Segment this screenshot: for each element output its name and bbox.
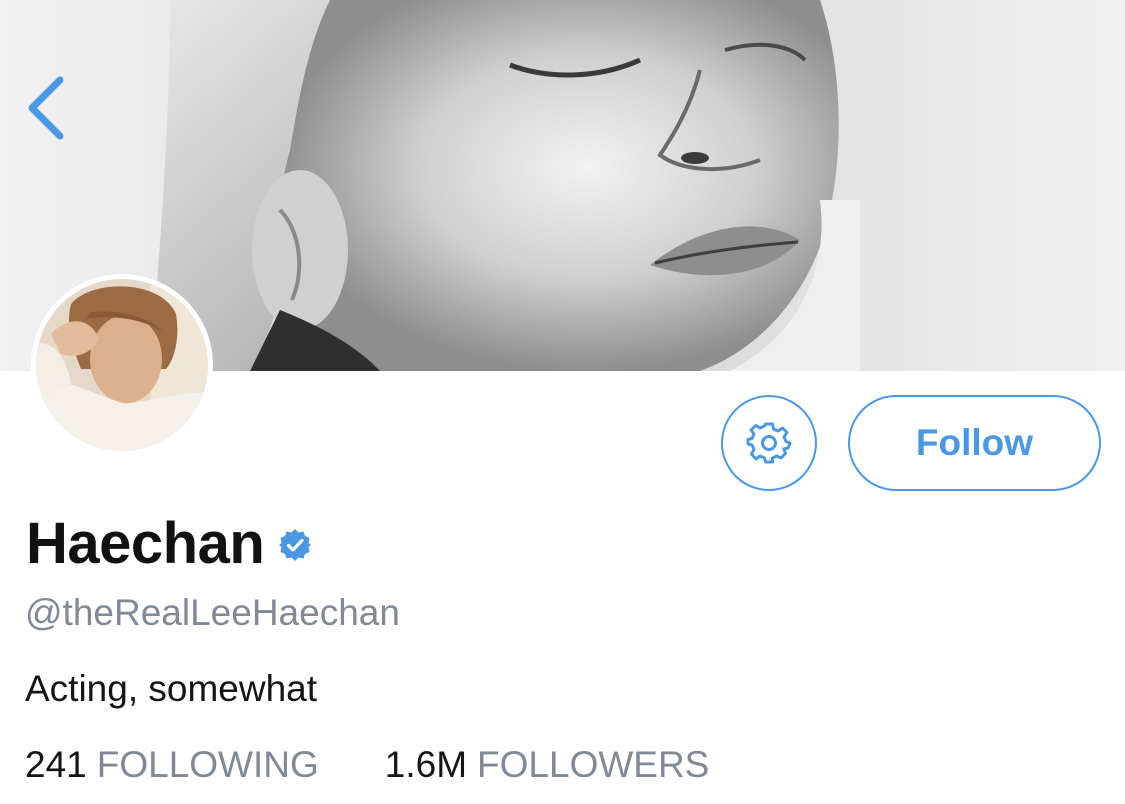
following-count: 241	[25, 744, 87, 785]
verified-badge-icon	[279, 529, 312, 561]
settings-button[interactable]	[721, 395, 817, 491]
following-label: FOLLOWING	[96, 744, 319, 785]
back-button[interactable]	[18, 72, 74, 144]
follow-button[interactable]: Follow	[848, 395, 1101, 491]
followers-stat[interactable]: 1.6M FOLLOWERS	[385, 744, 710, 786]
display-name: Haechan	[26, 510, 265, 576]
follow-button-label: Follow	[915, 422, 1034, 463]
profile-name-row: Haechan	[26, 508, 312, 578]
followers-count: 1.6M	[384, 744, 468, 785]
avatar-photo	[36, 279, 208, 451]
profile-handle: @theRealLeeHaechan	[25, 592, 400, 633]
following-stat[interactable]: 241 FOLLOWING	[25, 744, 319, 786]
profile-stats: 241 FOLLOWING 1.6M FOLLOWERS	[25, 744, 709, 786]
followers-label: FOLLOWERS	[477, 744, 710, 785]
avatar[interactable]	[31, 274, 213, 456]
profile-bio: Acting, somewhat	[25, 668, 318, 709]
gear-icon	[746, 422, 792, 464]
chevron-left-icon	[28, 76, 64, 140]
